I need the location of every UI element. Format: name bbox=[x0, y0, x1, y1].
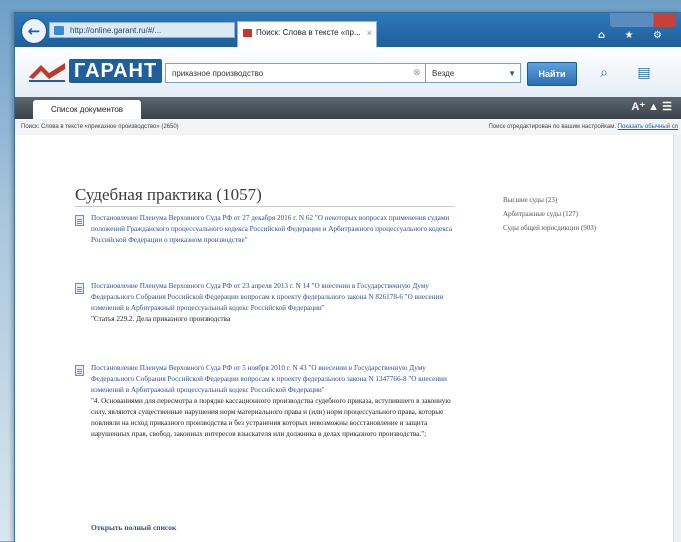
search-info-strip: Поиск: Слова в тексте «приказное произво… bbox=[15, 119, 681, 136]
browser-toolbar-icons[interactable]: ⌂ ★ ⚙ bbox=[598, 30, 670, 41]
garant-toolbar: ГАРАНТ приказное производство ⊗ Везде ▼ … bbox=[15, 47, 681, 98]
document-icon bbox=[75, 215, 84, 226]
garant-logo-text: ГАРАНТ bbox=[69, 59, 163, 83]
find-button[interactable]: Найти bbox=[527, 62, 577, 86]
open-full-list-link[interactable]: Открыть полный список bbox=[91, 523, 176, 532]
document-icon bbox=[75, 365, 84, 376]
result-item: Постановление Пленума Верховного Суда РФ… bbox=[75, 363, 455, 440]
tab-favicon-icon bbox=[243, 29, 252, 37]
garant-logo[interactable]: ГАРАНТ bbox=[27, 57, 167, 87]
show-regular-list-link[interactable]: Показать обычный сп bbox=[618, 124, 678, 130]
search-clear-icon[interactable]: ⊗ bbox=[413, 68, 421, 78]
site-favicon-icon bbox=[54, 26, 64, 35]
tab-close-icon[interactable]: × bbox=[367, 22, 372, 44]
search-settings-notice: Поиск отредактирован по вашим настройкам… bbox=[489, 119, 678, 135]
address-bar[interactable]: http://online.garant.ru/#/... bbox=[49, 22, 235, 38]
result-snippet: "4. Основаниями для пересмотра в порядке… bbox=[91, 397, 451, 438]
browser-window: ← http://online.garant.ru/#/... Поиск: С… bbox=[14, 12, 681, 542]
browser-tab-active[interactable]: Поиск: Слова в тексте «пр... × bbox=[237, 21, 377, 47]
title-divider bbox=[75, 206, 455, 207]
window-controls[interactable] bbox=[610, 13, 676, 27]
court-facets: Высшие суды (23) Арбитражные суды (127) … bbox=[503, 193, 673, 235]
address-text: http://online.garant.ru/#/... bbox=[70, 26, 162, 35]
results-content: Судебная практика (1057) Постановление П… bbox=[15, 135, 681, 542]
search-settings-text: Поиск отредактирован по вашим настройкам… bbox=[488, 124, 617, 130]
result-item: Постановление Пленума Верховного Суда РФ… bbox=[75, 281, 455, 325]
document-icon bbox=[75, 283, 84, 294]
facet-general-courts[interactable]: Суды общей юрисдикции (903) bbox=[503, 221, 673, 235]
garant-logo-mark-icon bbox=[29, 63, 65, 82]
facet-arbitration-courts[interactable]: Арбитражные суды (127) bbox=[503, 207, 673, 221]
vertical-scrollbar[interactable] bbox=[673, 135, 681, 542]
menu-icon[interactable]: ▤ bbox=[633, 64, 655, 82]
font-size-controls[interactable]: A⁺ ▲ ☰ bbox=[631, 100, 672, 113]
extended-search-icon[interactable]: ⌕ bbox=[593, 64, 615, 82]
document-navbar: Список документов A⁺ ▲ ☰ bbox=[15, 97, 681, 119]
facet-supreme-courts[interactable]: Высшие суды (23) bbox=[503, 193, 673, 207]
tab-title: Поиск: Слова в тексте «пр... bbox=[256, 28, 361, 37]
result-link[interactable]: Постановление Пленума Верховного Суда РФ… bbox=[91, 213, 455, 246]
screen-background: ← http://online.garant.ru/#/... Поиск: С… bbox=[0, 0, 681, 542]
result-link[interactable]: Постановление Пленума Верховного Суда РФ… bbox=[91, 363, 455, 396]
result-snippet: "Статья 229.2. Дела приказного производс… bbox=[91, 315, 231, 323]
results-section-title: Судебная практика (1057) bbox=[75, 185, 262, 204]
tab-document-list[interactable]: Список документов bbox=[33, 100, 141, 119]
result-item: Постановление Пленума Верховного Суда РФ… bbox=[75, 213, 455, 246]
search-scope-select[interactable]: Везде ▼ bbox=[425, 63, 521, 83]
browser-titlebar: ← http://online.garant.ru/#/... Поиск: С… bbox=[15, 13, 681, 47]
chevron-down-icon: ▼ bbox=[508, 69, 516, 78]
search-scope-value: Везде bbox=[432, 69, 455, 78]
result-link[interactable]: Постановление Пленума Верховного Суда РФ… bbox=[91, 281, 455, 314]
search-query-summary: Поиск: Слова в тексте «приказное произво… bbox=[21, 124, 179, 130]
back-button[interactable]: ← bbox=[21, 18, 47, 44]
